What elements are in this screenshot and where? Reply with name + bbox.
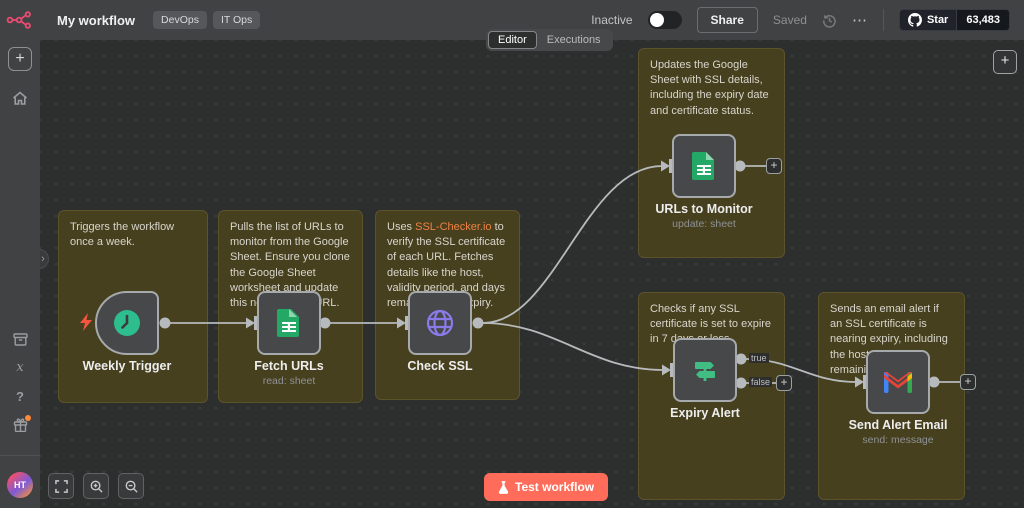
test-workflow-button[interactable]: Test workflow bbox=[484, 473, 608, 501]
header-divider bbox=[883, 9, 884, 31]
node-label: Send Alert Email bbox=[823, 418, 973, 432]
user-avatar[interactable]: HT bbox=[7, 472, 33, 498]
node-expiry-alert[interactable]: Expiry Alert bbox=[673, 338, 737, 402]
tab-executions[interactable]: Executions bbox=[537, 31, 611, 49]
gmail-icon bbox=[884, 372, 912, 393]
sticky-text: Updates the Google Sheet with SSL detail… bbox=[650, 59, 769, 117]
more-options-icon[interactable]: ⋯ bbox=[852, 11, 868, 29]
n8n-logo-icon[interactable] bbox=[6, 10, 34, 35]
sidebar: + x ? HT bbox=[0, 0, 40, 508]
tag-devops[interactable]: DevOps bbox=[153, 11, 207, 29]
node-box[interactable] bbox=[672, 134, 736, 198]
view-tabs: Editor Executions bbox=[486, 29, 613, 51]
github-star-widget[interactable]: Star 63,483 bbox=[899, 9, 1010, 31]
http-globe-icon bbox=[424, 307, 456, 339]
node-weekly-trigger[interactable]: Weekly Trigger bbox=[95, 291, 159, 355]
google-sheets-icon bbox=[692, 152, 716, 180]
home-icon[interactable] bbox=[12, 91, 28, 106]
sidebar-divider bbox=[0, 455, 40, 456]
add-workflow-button[interactable]: + bbox=[8, 47, 32, 71]
workflow-canvas[interactable]: › Triggers the workflow once a week. Pul… bbox=[40, 40, 1024, 508]
zoom-out-button[interactable] bbox=[118, 473, 144, 499]
variables-icon[interactable]: x bbox=[16, 360, 23, 375]
fit-view-button[interactable] bbox=[48, 473, 74, 499]
add-node-button[interactable]: + bbox=[993, 50, 1017, 74]
node-label: Check SSL bbox=[365, 359, 515, 373]
github-star-section: Star bbox=[900, 10, 956, 30]
node-subtitle: update: sheet bbox=[629, 218, 779, 230]
if-signpost-icon bbox=[691, 356, 719, 384]
github-star-count: 63,483 bbox=[956, 10, 1009, 30]
plus-icon: + bbox=[1001, 52, 1010, 69]
sticky-text: Triggers the workflow once a week. bbox=[70, 221, 174, 248]
node-box[interactable] bbox=[673, 338, 737, 402]
n8n-app: + x ? HT bbox=[0, 0, 1024, 508]
plus-icon: + bbox=[15, 50, 24, 67]
node-urls-to-monitor[interactable]: URLs to Monitor update: sheet bbox=[672, 134, 736, 198]
plus-icon: + bbox=[964, 374, 971, 388]
node-subtitle: send: message bbox=[823, 434, 973, 446]
header-actions: Inactive Share Saved ⋯ Star 63,483 bbox=[591, 7, 1010, 33]
sidebar-expand-chevron-icon[interactable]: › bbox=[40, 249, 49, 269]
saved-status: Saved bbox=[773, 13, 807, 27]
history-icon[interactable] bbox=[822, 13, 837, 28]
templates-icon[interactable] bbox=[13, 333, 28, 346]
add-node-after-send-button[interactable]: + bbox=[960, 374, 976, 390]
notification-dot bbox=[25, 415, 31, 421]
node-subtitle: read: sheet bbox=[214, 375, 364, 387]
github-star-label: Star bbox=[927, 14, 948, 26]
test-workflow-label: Test workflow bbox=[515, 480, 594, 494]
node-send-alert-email[interactable]: Send Alert Email send: message bbox=[866, 350, 930, 414]
tag-itops[interactable]: IT Ops bbox=[213, 11, 260, 29]
plus-icon: + bbox=[770, 158, 777, 172]
node-check-ssl[interactable]: Check SSL bbox=[408, 291, 472, 355]
trigger-bolt-icon bbox=[80, 313, 93, 331]
share-button[interactable]: Share bbox=[697, 7, 758, 33]
help-icon[interactable]: ? bbox=[16, 389, 24, 404]
sidebar-bottom: x ? HT bbox=[0, 333, 40, 498]
flask-icon bbox=[498, 481, 509, 494]
output-label-true: true bbox=[749, 353, 769, 363]
plus-icon: + bbox=[780, 375, 787, 389]
ssl-checker-link[interactable]: SSL-Checker.io bbox=[415, 221, 491, 233]
schedule-clock-icon bbox=[112, 308, 142, 338]
node-label: URLs to Monitor bbox=[629, 202, 779, 216]
sticky-text-before: Uses bbox=[387, 221, 415, 233]
whats-new-icon[interactable] bbox=[13, 418, 28, 437]
add-node-after-false-button[interactable]: + bbox=[776, 375, 792, 391]
output-label-false: false bbox=[749, 377, 772, 387]
node-box[interactable] bbox=[408, 291, 472, 355]
node-label: Expiry Alert bbox=[630, 406, 780, 420]
github-octocat-icon bbox=[908, 13, 922, 27]
workflow-title[interactable]: My workflow bbox=[57, 13, 135, 28]
active-toggle[interactable] bbox=[648, 11, 682, 29]
node-label: Fetch URLs bbox=[214, 359, 364, 373]
add-node-after-urls-button[interactable]: + bbox=[766, 158, 782, 174]
node-box[interactable] bbox=[257, 291, 321, 355]
node-fetch-urls[interactable]: Fetch URLs read: sheet bbox=[257, 291, 321, 355]
workflow-tags: DevOps IT Ops bbox=[153, 11, 260, 29]
node-label: Weekly Trigger bbox=[52, 359, 202, 373]
tab-editor[interactable]: Editor bbox=[488, 31, 537, 49]
google-sheets-icon bbox=[277, 309, 301, 337]
node-box[interactable] bbox=[95, 291, 159, 355]
canvas-controls bbox=[48, 473, 144, 499]
active-status-label: Inactive bbox=[591, 13, 632, 27]
zoom-in-button[interactable] bbox=[83, 473, 109, 499]
toggle-knob bbox=[650, 13, 664, 27]
node-box[interactable] bbox=[866, 350, 930, 414]
